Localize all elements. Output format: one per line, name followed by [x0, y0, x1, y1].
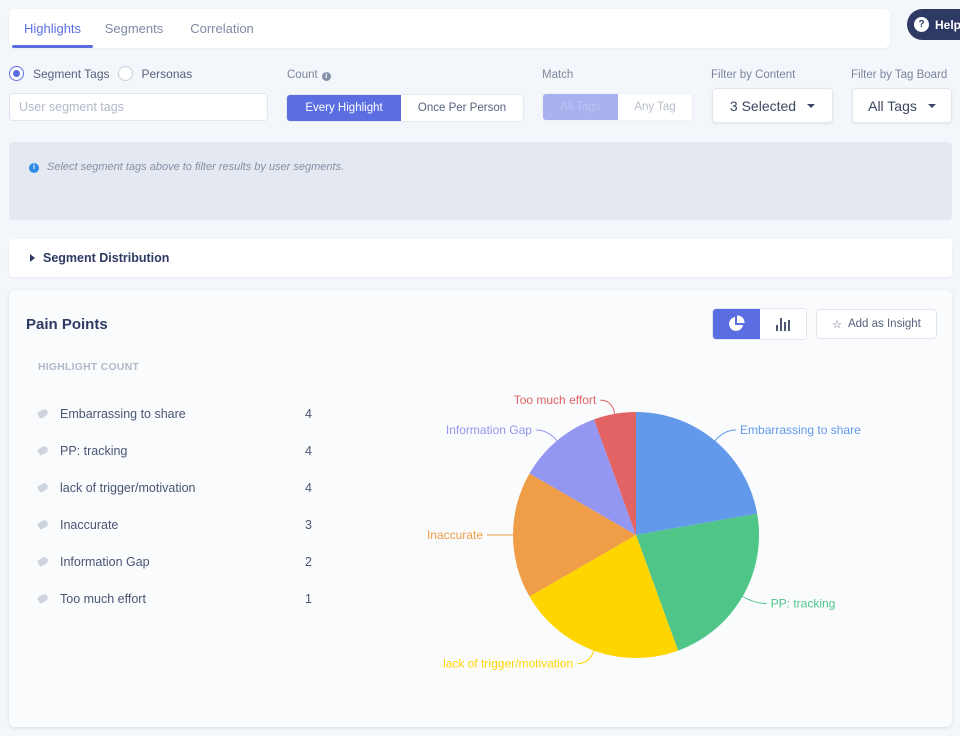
filter-by-content-label: Filter by Content [711, 69, 796, 81]
filter-by-tag-board-value: All Tags [868, 97, 917, 114]
tab-highlights[interactable]: Highlights [12, 9, 93, 48]
radio-personas-label[interactable]: Personas [142, 67, 193, 81]
chevron-down-icon [807, 103, 816, 108]
tab-segments[interactable]: Segments [98, 9, 170, 48]
all-tags-button[interactable]: All Tags [543, 94, 618, 120]
pie-label: Embarrassing to share [740, 423, 861, 437]
info-icon[interactable]: i [321, 72, 331, 81]
top-tab-bar: Highlights Segments Correlation [9, 9, 890, 48]
any-tag-button[interactable]: Any Tag [618, 94, 692, 120]
pie-slice-embarrassing-to-share[interactable] [636, 412, 758, 535]
segment-distribution-label: Segment Distribution [43, 251, 170, 265]
radio-segment-tags[interactable] [9, 66, 24, 81]
pie-leader-line [577, 650, 595, 665]
pain-points-card: Pain Points ☆ Add as Insight HIGHLIGHT C… [9, 290, 952, 727]
help-label: Help [935, 17, 960, 32]
segment-type-radio-group: Segment Tags Personas [9, 66, 200, 81]
pie-leader-line [600, 399, 616, 414]
match-toggle: All Tags Any Tag [542, 93, 693, 121]
info-message: Select segment tags above to filter resu… [47, 161, 345, 173]
filter-by-content-value: 3 Selected [729, 97, 797, 114]
pie-label: Too much effort [514, 393, 597, 407]
every-highlight-button[interactable]: Every Highlight [287, 95, 402, 121]
filter-by-content-dropdown[interactable]: 3 Selected [712, 88, 833, 123]
caret-right-icon [30, 254, 35, 262]
help-button[interactable]: ? Help [907, 9, 960, 40]
filter-by-tag-board-dropdown[interactable]: All Tags [852, 88, 952, 123]
pie-label: lack of trigger/motivation [443, 657, 573, 671]
pie-leader-line [714, 429, 737, 442]
match-label: Match [542, 69, 574, 81]
chevron-down-icon [927, 103, 936, 108]
pain-points-pie-chart: Embarrassing to share PP: tracking lack of… [427, 393, 861, 671]
segment-info-panel: i Select segment tags above to filter re… [9, 142, 952, 220]
question-circle-icon: ? [914, 17, 929, 32]
tab-correlation[interactable]: Correlation [179, 9, 265, 48]
count-label: Count [287, 69, 318, 81]
count-label-wrap: Count i [287, 69, 331, 81]
filter-by-tag-board-label: Filter by Tag Board [851, 69, 948, 81]
radio-segment-tags-label[interactable]: Segment Tags [33, 67, 110, 81]
once-per-person-button[interactable]: Once Per Person [401, 95, 523, 121]
pie-label: Inaccurate [427, 528, 483, 542]
segment-distribution-toggle[interactable]: Segment Distribution [9, 239, 952, 277]
count-toggle: Every Highlight Once Per Person [286, 94, 524, 122]
info-icon: i [29, 163, 39, 173]
pie-leader-line [742, 596, 767, 604]
segment-tags-input[interactable] [9, 93, 268, 121]
pie-leader-line [535, 429, 558, 442]
pie-label: PP: tracking [771, 597, 836, 611]
radio-personas[interactable] [117, 66, 133, 81]
pie-label: Information Gap [446, 423, 532, 437]
